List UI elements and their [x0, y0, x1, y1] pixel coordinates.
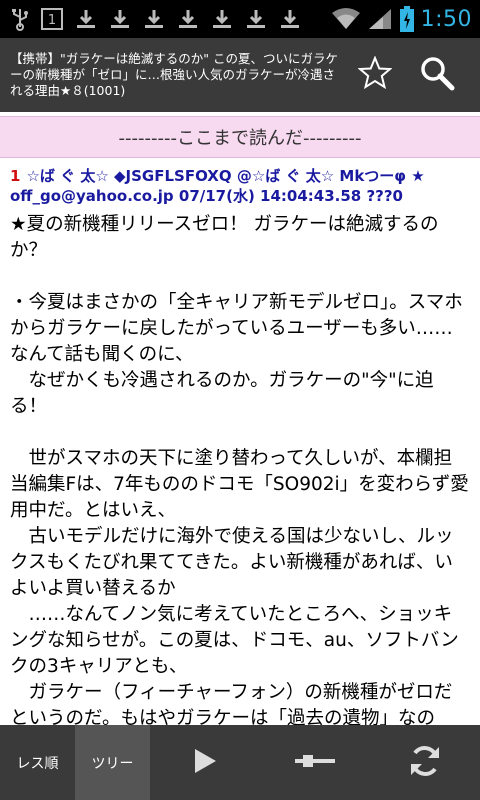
status-bar-system: 1:50: [331, 0, 480, 38]
bottom-toolbar: レス順 ツリー: [0, 725, 480, 800]
star-icon: [357, 55, 393, 94]
search-icon: [419, 55, 455, 95]
signal-icon: [367, 0, 393, 38]
tab-tree-label: ツリー: [91, 755, 134, 772]
read-marker: ---------ここまで読んだ---------: [0, 116, 480, 158]
wifi-icon: [331, 0, 361, 38]
tab-res-order[interactable]: レス順: [0, 725, 75, 800]
tab-res-order-label: レス順: [16, 755, 59, 772]
post-header[interactable]: 1 ☆ば ぐ 太☆ ◆JSGFLSFOXQ @☆ば ぐ 太☆ Mkつーφ ★ of…: [10, 166, 470, 206]
download-icon: [142, 0, 166, 38]
refresh-icon: [407, 743, 443, 783]
battery-icon: [399, 0, 415, 38]
play-button[interactable]: [150, 725, 260, 800]
download-icon: [210, 0, 234, 38]
status-bar: 1 1:50: [0, 0, 480, 38]
download-icon: [74, 0, 98, 38]
read-marker-label: ---------ここまで読んだ---------: [118, 128, 362, 149]
post-body: ★夏の新機種リリースゼロ！ ガラケーは絶滅するのか？ ・今夏はまさかの「全キャリ…: [10, 214, 469, 725]
post-number[interactable]: 1: [10, 167, 20, 185]
post[interactable]: 1 ☆ば ぐ 太☆ ◆JSGFLSFOXQ @☆ば ぐ 太☆ Mkつーφ ★ of…: [0, 160, 480, 725]
bookmark-button[interactable]: [344, 38, 406, 112]
play-icon: [192, 747, 218, 779]
svg-text:1: 1: [48, 13, 56, 28]
slider-icon: [295, 753, 335, 773]
usb-icon: [10, 0, 30, 38]
download-icon: [278, 0, 302, 38]
tab-tree[interactable]: ツリー: [75, 725, 150, 800]
scroll-slider-button[interactable]: [260, 725, 370, 800]
notification-count-icon: 1: [40, 0, 64, 38]
search-button[interactable]: [406, 38, 468, 112]
download-icon: [108, 0, 132, 38]
status-time: 1:50: [420, 6, 472, 32]
post-author-info: ☆ば ぐ 太☆ ◆JSGFLSFOXQ @☆ば ぐ 太☆ Mkつーφ ★ off…: [10, 167, 425, 205]
download-icon: [176, 0, 200, 38]
download-icon: [244, 0, 268, 38]
refresh-button[interactable]: [370, 725, 480, 800]
status-bar-notifications: 1: [0, 0, 302, 38]
action-bar: 【携帯】"ガラケーは絶滅するのか" この夏、ついにガラケーの新機種が「ゼロ」に……: [0, 38, 480, 112]
thread-title: 【携帯】"ガラケーは絶滅するのか" この夏、ついにガラケーの新機種が「ゼロ」に……: [10, 51, 338, 98]
